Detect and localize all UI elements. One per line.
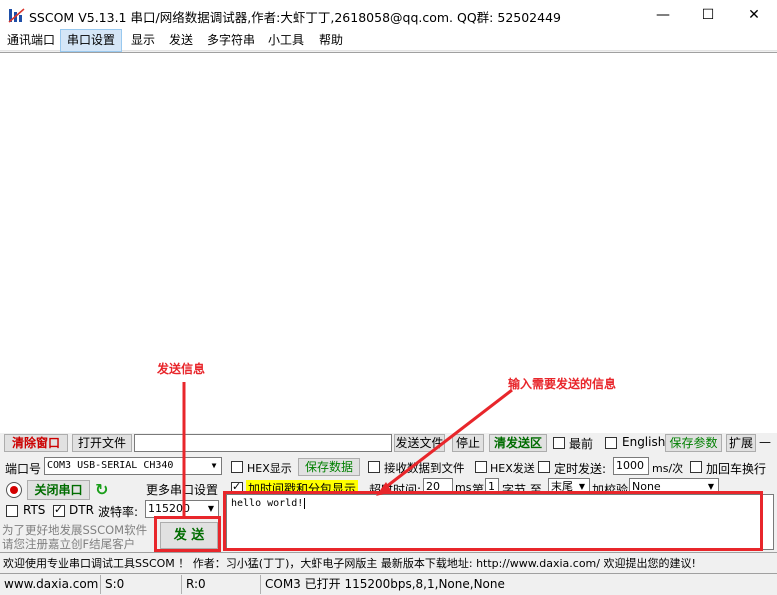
file-path-input[interactable]	[134, 434, 392, 452]
menu-comm-port[interactable]: 通讯端口	[1, 30, 61, 51]
maximize-button[interactable]: ☐	[685, 0, 731, 30]
minimize-button[interactable]: —	[640, 0, 686, 30]
port-select[interactable]: COM3 USB-SERIAL CH340 ▼	[44, 457, 222, 475]
close-button[interactable]: ✕	[731, 0, 777, 30]
menu-serial-settings[interactable]: 串口设置	[59, 29, 123, 52]
recv-to-file-label: 接收数据到文件	[384, 461, 465, 475]
menu-bar: 通讯端口 串口设置 显示 发送 多字符串 小工具 帮助	[0, 29, 777, 52]
title-bar: SSCOM V5.13.1 串口/网络数据调试器,作者:大虾丁丁,2618058…	[0, 0, 777, 30]
open-file-button[interactable]: 打开文件	[72, 434, 132, 452]
annotation-box-send-button	[154, 516, 221, 552]
refresh-icon[interactable]: ↻	[95, 481, 113, 499]
clear-window-button[interactable]: 清除窗口	[4, 434, 68, 452]
timed-send-checkbox[interactable]	[538, 461, 550, 473]
more-settings-button[interactable]: 更多串口设置	[146, 481, 218, 498]
annotation-box-send-input	[223, 491, 763, 551]
info-bar: 欢迎使用专业串口调试工具SSCOM ！ 作者：习小猛(丁丁)，大虾电子网版主 最…	[0, 552, 777, 572]
rts-label: RTS	[23, 503, 46, 517]
port-label: 端口号	[5, 462, 42, 476]
chevron-down-icon: ▼	[211, 461, 217, 470]
port-status-icon	[6, 482, 22, 498]
menu-send[interactable]: 发送	[163, 30, 199, 51]
save-params-button[interactable]: 保存参数	[665, 434, 722, 452]
port-select-value: COM3 USB-SERIAL CH340	[47, 460, 174, 471]
window-title: SSCOM V5.13.1 串口/网络数据调试器,作者:大虾丁丁,2618058…	[29, 10, 561, 25]
interval-input[interactable]: 1000	[613, 457, 649, 475]
menu-help[interactable]: 帮助	[313, 30, 349, 51]
chevron-down-icon: ▼	[207, 504, 215, 513]
menu-tools[interactable]: 小工具	[262, 30, 310, 51]
status-recv-count: R:0	[181, 575, 259, 594]
menu-multi-string[interactable]: 多字符串	[201, 30, 261, 51]
maximize-icon: ☐	[701, 7, 715, 23]
rts-checkbox[interactable]	[6, 505, 18, 517]
add-crlf-label: 加回车换行	[706, 462, 767, 476]
save-data-button[interactable]: 保存数据	[298, 458, 360, 476]
dtr-label: DTR	[69, 503, 94, 517]
annotation-input-info: 输入需要发送的信息	[508, 377, 617, 391]
interval-unit: ms/次	[652, 462, 684, 475]
receive-area[interactable]	[0, 52, 777, 433]
close-port-button[interactable]: 关闭串口	[27, 480, 90, 500]
english-checkbox[interactable]	[605, 437, 617, 449]
status-port-state: COM3 已打开 115200bps,8,1,None,None	[260, 575, 560, 594]
hex-send-label: HEX发送	[490, 462, 535, 475]
baud-select-value: 115200	[148, 502, 190, 515]
hex-display-label: HEX显示	[247, 462, 292, 475]
timed-send-label: 定时发送:	[554, 462, 607, 476]
dtr-checkbox[interactable]	[53, 503, 65, 517]
status-site[interactable]: www.daxia.com	[0, 575, 98, 594]
baud-label: 波特率:	[98, 505, 139, 519]
recv-to-file-checkbox[interactable]	[368, 461, 380, 473]
collapse-dash[interactable]: —	[759, 435, 771, 449]
english-label: English	[622, 435, 666, 449]
clear-send-button[interactable]: 清发送区	[489, 434, 547, 452]
send-file-button[interactable]: 发送文件	[394, 434, 445, 452]
status-bar: www.daxia.com S:0 R:0 COM3 已打开 115200bps…	[0, 573, 777, 595]
minimize-icon: —	[656, 7, 670, 23]
stop-button[interactable]: 停止	[452, 434, 484, 452]
info-text[interactable]: 欢迎使用专业串口调试工具SSCOM ！ 作者：习小猛(丁丁)，大虾电子网版主 最…	[3, 555, 696, 571]
promo-line-2[interactable]: 请您注册嘉立创F结尾客户	[2, 536, 135, 552]
close-icon: ✕	[748, 7, 760, 23]
front-label: 最前	[569, 437, 594, 451]
hex-display-checkbox[interactable]	[231, 461, 243, 473]
status-sent-count: S:0	[100, 575, 180, 594]
app-icon	[8, 8, 25, 23]
expand-button[interactable]: 扩展	[726, 434, 756, 452]
menu-display[interactable]: 显示	[125, 30, 161, 51]
add-crlf-checkbox[interactable]	[690, 461, 702, 473]
hex-send-checkbox[interactable]	[475, 461, 487, 473]
annotation-send-info: 发送信息	[157, 362, 206, 376]
front-checkbox[interactable]	[553, 437, 565, 449]
